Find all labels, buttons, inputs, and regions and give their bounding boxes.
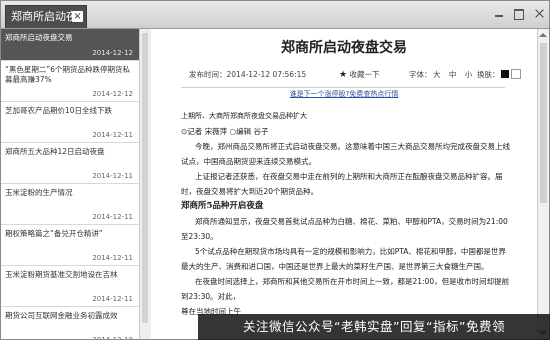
promo-link[interactable]: 谁是下一个涨停股?免费查热点行情 bbox=[151, 89, 537, 99]
list-item-title: 郑商所五大品种12日启动夜盘 bbox=[5, 147, 105, 156]
list-item[interactable]: 玉米淀粉期货基准交割地设在吉林 2014-12-11 bbox=[1, 266, 139, 307]
minimize-icon[interactable] bbox=[494, 9, 503, 17]
list-item[interactable]: 芝加哥农产品期价10日全线下跌 2014-12-11 bbox=[1, 102, 139, 143]
list-item-date: 2014-12-11 bbox=[92, 254, 133, 262]
skin-options bbox=[501, 69, 522, 79]
font-large-button[interactable]: 大 bbox=[433, 70, 441, 79]
list-item[interactable]: 玉米淀粉的生产情况 2014-12-11 bbox=[1, 184, 139, 225]
maximize-icon[interactable] bbox=[513, 9, 524, 20]
font-small-button[interactable]: 小 bbox=[465, 70, 473, 79]
article-paragraph: 在夜盘时间选择上，郑商所和其他交易所在开市时间上一致，都是21:00，但是收市时… bbox=[181, 277, 510, 301]
article-paragraph: 今晚，郑州商品交易所将正式启动夜盘交易。这意味着中国三大商品交易所均完成夜盘交易… bbox=[181, 142, 510, 166]
publish-time: 发布时间：2014-12-12 07:56:15 bbox=[189, 70, 307, 79]
article-meta: 发布时间：2014-12-12 07:56:15 ★ 收藏一下 字体： 大 中 … bbox=[151, 69, 537, 83]
list-item[interactable]: “黑色星期二”6个期货品种跌停期货私募最高赚37% 2014-12-12 bbox=[1, 61, 139, 102]
tab-label: 郑商所启动夜 bbox=[11, 10, 77, 23]
article-body: 上期所、大商所郑商所夜盘交易品种扩大 ⊙记者 宋薇萍 ○编辑 谷子 今晚，郑州商… bbox=[181, 109, 511, 319]
font-medium-button[interactable]: 中 bbox=[449, 70, 457, 79]
font-size-options: 大 中 小 bbox=[433, 69, 478, 80]
article-paragraph: 5个试点品种在期现货市场均具有一定的规模和影响力，比如PTA、棉花和甲醇，中国都… bbox=[181, 247, 506, 271]
app-window: 郑商所启动夜 × 郑商所启动夜盘交易 2014-12-12 “黑色星期二”6个期… bbox=[0, 0, 550, 340]
article-pane: 郑商所启动夜盘交易 发布时间：2014-12-12 07:56:15 ★ 收藏一… bbox=[151, 29, 537, 339]
divider bbox=[181, 87, 505, 88]
article-list: 郑商所启动夜盘交易 2014-12-12 “黑色星期二”6个期货品种跌停期货私募… bbox=[1, 29, 139, 339]
list-item-title: 期权策略篇之“备兑开仓精讲” bbox=[5, 229, 103, 238]
close-window-icon[interactable] bbox=[535, 9, 543, 17]
skin-label: 换肤： bbox=[477, 70, 500, 79]
list-item-date: 2014-12-11 bbox=[92, 172, 133, 180]
list-item-date: 2014-12-11 bbox=[92, 131, 133, 139]
watermark-banner: 关注微信公众号“老韩实盘”回复“指标”免费领 bbox=[198, 314, 550, 340]
list-item-title: 芝加哥农产品期价10日全线下跌 bbox=[5, 106, 113, 115]
skin-black-swatch[interactable] bbox=[501, 70, 509, 78]
list-item-title: 期货公司互联网金融业务初露成效 bbox=[5, 311, 118, 320]
list-item-date: 2014-12-11 bbox=[92, 213, 133, 221]
window-controls bbox=[489, 9, 543, 28]
list-item-date: 2014-12-11 bbox=[92, 295, 133, 303]
list-item[interactable]: 郑商所五大品种12日启动夜盘 2014-12-11 bbox=[1, 143, 139, 184]
article-paragraph: 上证报记者还获悉，在夜盘交易中走在前列的上期所和大商所正在酝酿夜盘交易品种扩容。… bbox=[181, 172, 503, 196]
list-item-title: 玉米淀粉的生产情况 bbox=[5, 188, 73, 197]
list-item[interactable]: 郑商所启动夜盘交易 2014-12-12 bbox=[1, 29, 139, 61]
favorite-button[interactable]: ★ 收藏一下 bbox=[339, 69, 379, 80]
list-item-date: 2014-12-12 bbox=[92, 90, 133, 98]
list-item-date: 2014-12-10 bbox=[92, 336, 133, 339]
list-item[interactable]: 期货公司互联网金融业务初露成效 2014-12-10 bbox=[1, 307, 139, 339]
skin-white-swatch[interactable] bbox=[511, 69, 522, 79]
article-title: 郑商所启动夜盘交易 bbox=[281, 40, 407, 56]
favorite-label: 收藏一下 bbox=[349, 70, 380, 79]
article-byline: ⊙记者 宋薇萍 ○编辑 谷子 bbox=[181, 127, 269, 136]
tab-close-icon[interactable]: × bbox=[72, 11, 83, 22]
star-icon: ★ bbox=[339, 70, 348, 80]
sidebar-scroll-thumb[interactable] bbox=[142, 33, 148, 323]
list-item-title: 郑商所启动夜盘交易 bbox=[5, 33, 73, 42]
article-scroll-thumb[interactable] bbox=[540, 43, 547, 203]
article-subheading: 郑商所5品种开启夜盘 bbox=[181, 201, 264, 211]
tab-article[interactable]: 郑商所启动夜 × bbox=[5, 5, 87, 28]
scroll-up-arrow-icon[interactable] bbox=[539, 33, 547, 37]
article-source: 上期所、大商所郑商所夜盘交易品种扩大 bbox=[181, 112, 307, 120]
article-paragraph: 郑商所通知显示，夜盘交易首批试点品种为白糖、棉花、菜粕、甲醇和PTA，交易时间为… bbox=[181, 217, 508, 241]
list-item-title: 玉米淀粉期货基准交割地设在吉林 bbox=[5, 270, 118, 279]
article-scrollbar[interactable] bbox=[537, 29, 549, 339]
tab-bar: 郑商所启动夜 × bbox=[1, 1, 549, 29]
list-item[interactable]: 期权策略篇之“备兑开仓精讲” 2014-12-11 bbox=[1, 225, 139, 266]
list-item-date: 2014-12-12 bbox=[92, 49, 133, 57]
list-item-title: “黑色星期二”6个期货品种跌停期货私募最高赚37% bbox=[5, 65, 131, 84]
font-size-label: 字体： bbox=[409, 70, 432, 79]
